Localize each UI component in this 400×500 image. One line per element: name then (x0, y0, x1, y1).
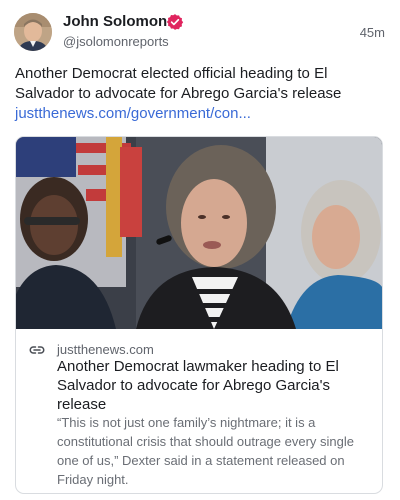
post-link[interactable]: justthenews.com/government/con... (15, 104, 251, 124)
author-handle[interactable]: @jsolomonreports (63, 34, 169, 50)
post[interactable]: John Solomon @jsolomonreports 45m Anothe… (0, 0, 400, 500)
avatar[interactable] (14, 13, 52, 51)
link-card-domain: justthenews.com (57, 342, 154, 357)
post-timestamp: 45m (359, 25, 385, 40)
verified-check-icon (166, 14, 184, 30)
post-text: Another Democrat elected official headin… (15, 65, 342, 102)
link-card-description: “This is not just one family’s nightmare… (57, 415, 354, 487)
chain-link-icon (29, 346, 45, 354)
link-card-title[interactable]: Another Democrat lawmaker heading to El … (57, 357, 372, 414)
link-preview-image (16, 137, 382, 329)
avatar-photo (14, 13, 52, 51)
link-preview-card[interactable]: justthenews.com Another Democrat lawmake… (15, 136, 383, 494)
author-name[interactable]: John Solomon (63, 13, 167, 31)
